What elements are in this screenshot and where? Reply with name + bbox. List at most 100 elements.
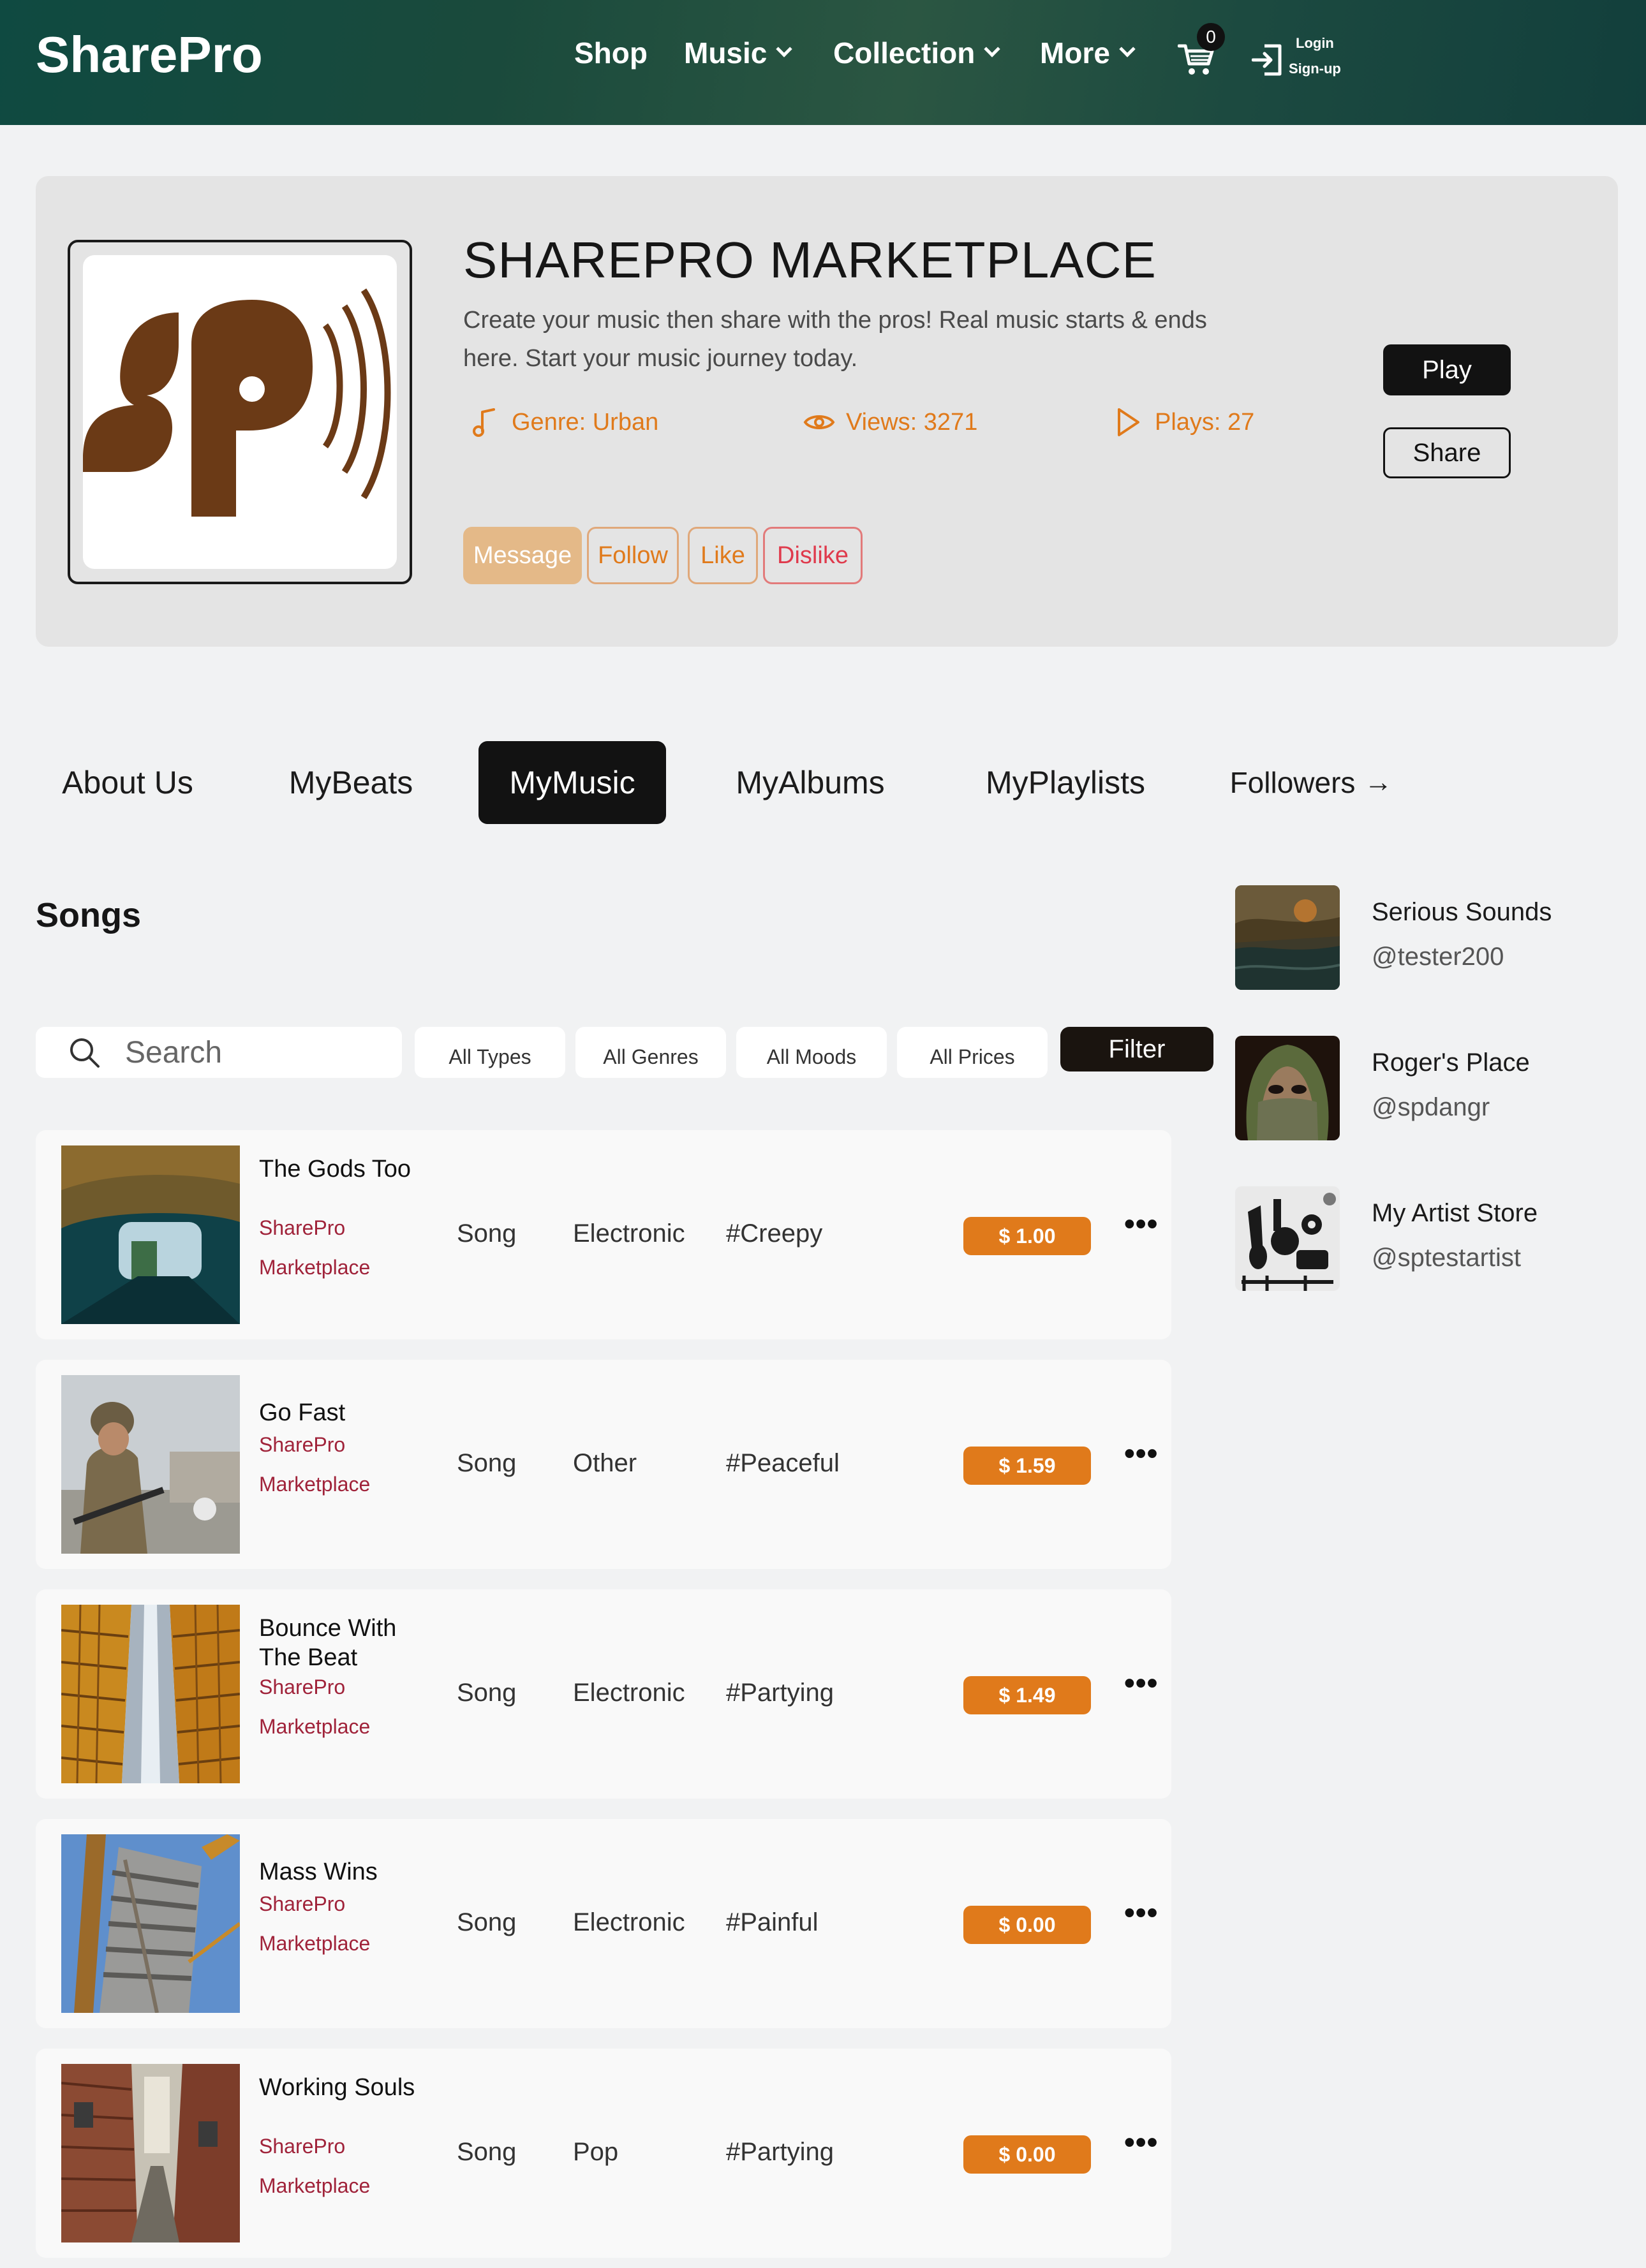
more-options-icon[interactable]: ••• (1124, 1666, 1158, 1701)
follower-name[interactable]: Serious Sounds (1372, 898, 1552, 927)
nav-music-label: Music (684, 36, 767, 70)
tab-myplaylists[interactable]: MyPlaylists (963, 741, 1168, 824)
song-cover-image[interactable] (61, 1145, 240, 1324)
song-artist-line2[interactable]: Marketplace (259, 1924, 425, 1963)
login-icon[interactable] (1252, 43, 1284, 77)
dislike-button[interactable]: Dislike (763, 527, 863, 584)
filter-button[interactable]: Filter (1060, 1027, 1213, 1071)
plays-stat: Plays: 27 (1111, 406, 1254, 439)
price-button[interactable]: $ 0.00 (963, 2135, 1091, 2174)
more-options-icon[interactable]: ••• (1124, 1436, 1158, 1471)
song-cover-image[interactable] (61, 1375, 240, 1554)
song-artist[interactable]: SharePro (259, 1208, 425, 1248)
song-cover-image[interactable] (61, 2064, 240, 2242)
song-row[interactable]: Working Souls SharePro Marketplace Song … (36, 2049, 1171, 2258)
play-button[interactable]: Play (1383, 344, 1511, 395)
nav-shop-label: Shop (574, 36, 648, 70)
brand-logo[interactable]: SharePro (36, 26, 263, 84)
song-title[interactable]: Mass Wins (259, 1857, 425, 1887)
cart-count-badge: 0 (1197, 23, 1225, 51)
song-mood-tag[interactable]: #Creepy (726, 1219, 822, 1248)
search-input[interactable] (125, 1033, 393, 1071)
tab-about-us[interactable]: About Us (45, 741, 211, 824)
follower-handle: @sptestartist (1372, 1244, 1522, 1272)
filter-genres-select[interactable]: All Genres (575, 1027, 726, 1078)
artist-avatar (68, 240, 412, 584)
views-stat: Views: 3271 (803, 406, 977, 439)
nav-collection[interactable]: Collection (833, 36, 1001, 70)
song-artist[interactable]: SharePro (259, 2126, 425, 2166)
filter-types-select[interactable]: All Types (415, 1027, 565, 1078)
tab-followers-label: Followers (1229, 766, 1356, 799)
song-artist-line2[interactable]: Marketplace (259, 2166, 425, 2205)
follower-name[interactable]: My Artist Store (1372, 1199, 1538, 1228)
song-cover-image[interactable] (61, 1834, 240, 2013)
follower-avatar[interactable] (1235, 1186, 1340, 1291)
follow-button[interactable]: Follow (587, 527, 679, 584)
song-row[interactable]: Mass Wins SharePro Marketplace Song Elec… (36, 1819, 1171, 2028)
chevron-down-icon (1119, 41, 1136, 57)
song-artist[interactable]: SharePro (259, 1425, 425, 1464)
song-artist-line2[interactable]: Marketplace (259, 1248, 425, 1287)
price-button[interactable]: $ 1.49 (963, 1676, 1091, 1714)
song-mood-tag[interactable]: #Partying (726, 1679, 834, 1707)
song-type: Song (457, 2138, 517, 2166)
top-navbar: SharePro Shop Music Collection More 0 Lo… (0, 0, 1646, 125)
follower-handle: @tester200 (1372, 943, 1504, 971)
chevron-down-icon (984, 41, 1001, 57)
follower-avatar[interactable] (1235, 1036, 1340, 1140)
more-options-icon[interactable]: ••• (1124, 1896, 1158, 1931)
follower-item[interactable]: Serious Sounds @tester200 (1235, 885, 1631, 991)
song-type: Song (457, 1679, 517, 1707)
share-button[interactable]: Share (1383, 427, 1511, 478)
more-options-icon[interactable]: ••• (1124, 1207, 1158, 1242)
sp-logo-graphic (83, 288, 391, 517)
follower-item[interactable]: Roger's Place @spdangr (1235, 1036, 1631, 1142)
song-cover-image[interactable] (61, 1605, 240, 1783)
chevron-down-icon (776, 41, 793, 57)
song-title[interactable]: The Gods Too (259, 1154, 425, 1184)
follower-name[interactable]: Roger's Place (1372, 1049, 1530, 1077)
song-mood-tag[interactable]: #Peaceful (726, 1449, 840, 1478)
song-title[interactable]: Bounce With The Beat (259, 1614, 425, 1672)
song-artist-line2[interactable]: Marketplace (259, 1707, 425, 1746)
song-row[interactable]: Bounce With The Beat SharePro Marketplac… (36, 1589, 1171, 1799)
message-button[interactable]: Message (463, 527, 582, 584)
views-label: Views: 3271 (846, 408, 978, 436)
like-button[interactable]: Like (688, 527, 758, 584)
login-signup-link[interactable]: Login Sign-up (1289, 31, 1341, 82)
eye-icon (803, 415, 835, 429)
song-mood-tag[interactable]: #Painful (726, 1908, 819, 1937)
song-artist[interactable]: SharePro (259, 1884, 425, 1924)
song-title[interactable]: Working Souls (259, 2073, 425, 2102)
genre-stat: Genre: Urban (468, 406, 658, 439)
nav-more[interactable]: More (1040, 36, 1136, 70)
tab-followers[interactable]: Followers → (1225, 741, 1397, 824)
nav-collection-label: Collection (833, 36, 975, 70)
follower-item[interactable]: My Artist Store @sptestartist (1235, 1186, 1631, 1292)
filter-prices-select[interactable]: All Prices (897, 1027, 1048, 1078)
song-row[interactable]: Go Fast SharePro Marketplace Song Other … (36, 1360, 1171, 1569)
filter-moods-select[interactable]: All Moods (736, 1027, 887, 1078)
song-artist-line2[interactable]: Marketplace (259, 1464, 425, 1504)
songs-heading: Songs (36, 896, 142, 934)
tab-myalbums[interactable]: MyAlbums (715, 741, 906, 824)
nav-shop[interactable]: Shop (574, 36, 648, 70)
tab-mybeats[interactable]: MyBeats (268, 741, 434, 824)
song-type: Song (457, 1908, 517, 1936)
song-row[interactable]: The Gods Too SharePro Marketplace Song E… (36, 1130, 1171, 1339)
search-icon (70, 1038, 100, 1068)
price-button[interactable]: $ 1.00 (963, 1217, 1091, 1255)
price-button[interactable]: $ 1.59 (963, 1447, 1091, 1485)
song-title[interactable]: Go Fast (259, 1398, 425, 1427)
nav-music[interactable]: Music (684, 36, 793, 70)
arrow-right-icon: → (1364, 767, 1393, 798)
tab-mymusic[interactable]: MyMusic (478, 741, 666, 824)
song-genre: Electronic (573, 1219, 685, 1248)
follower-avatar[interactable] (1235, 885, 1340, 990)
song-mood-tag[interactable]: #Partying (726, 2138, 834, 2167)
login-label: Login (1296, 35, 1334, 51)
price-button[interactable]: $ 0.00 (963, 1906, 1091, 1944)
more-options-icon[interactable]: ••• (1124, 2125, 1158, 2160)
song-artist[interactable]: SharePro (259, 1667, 425, 1707)
